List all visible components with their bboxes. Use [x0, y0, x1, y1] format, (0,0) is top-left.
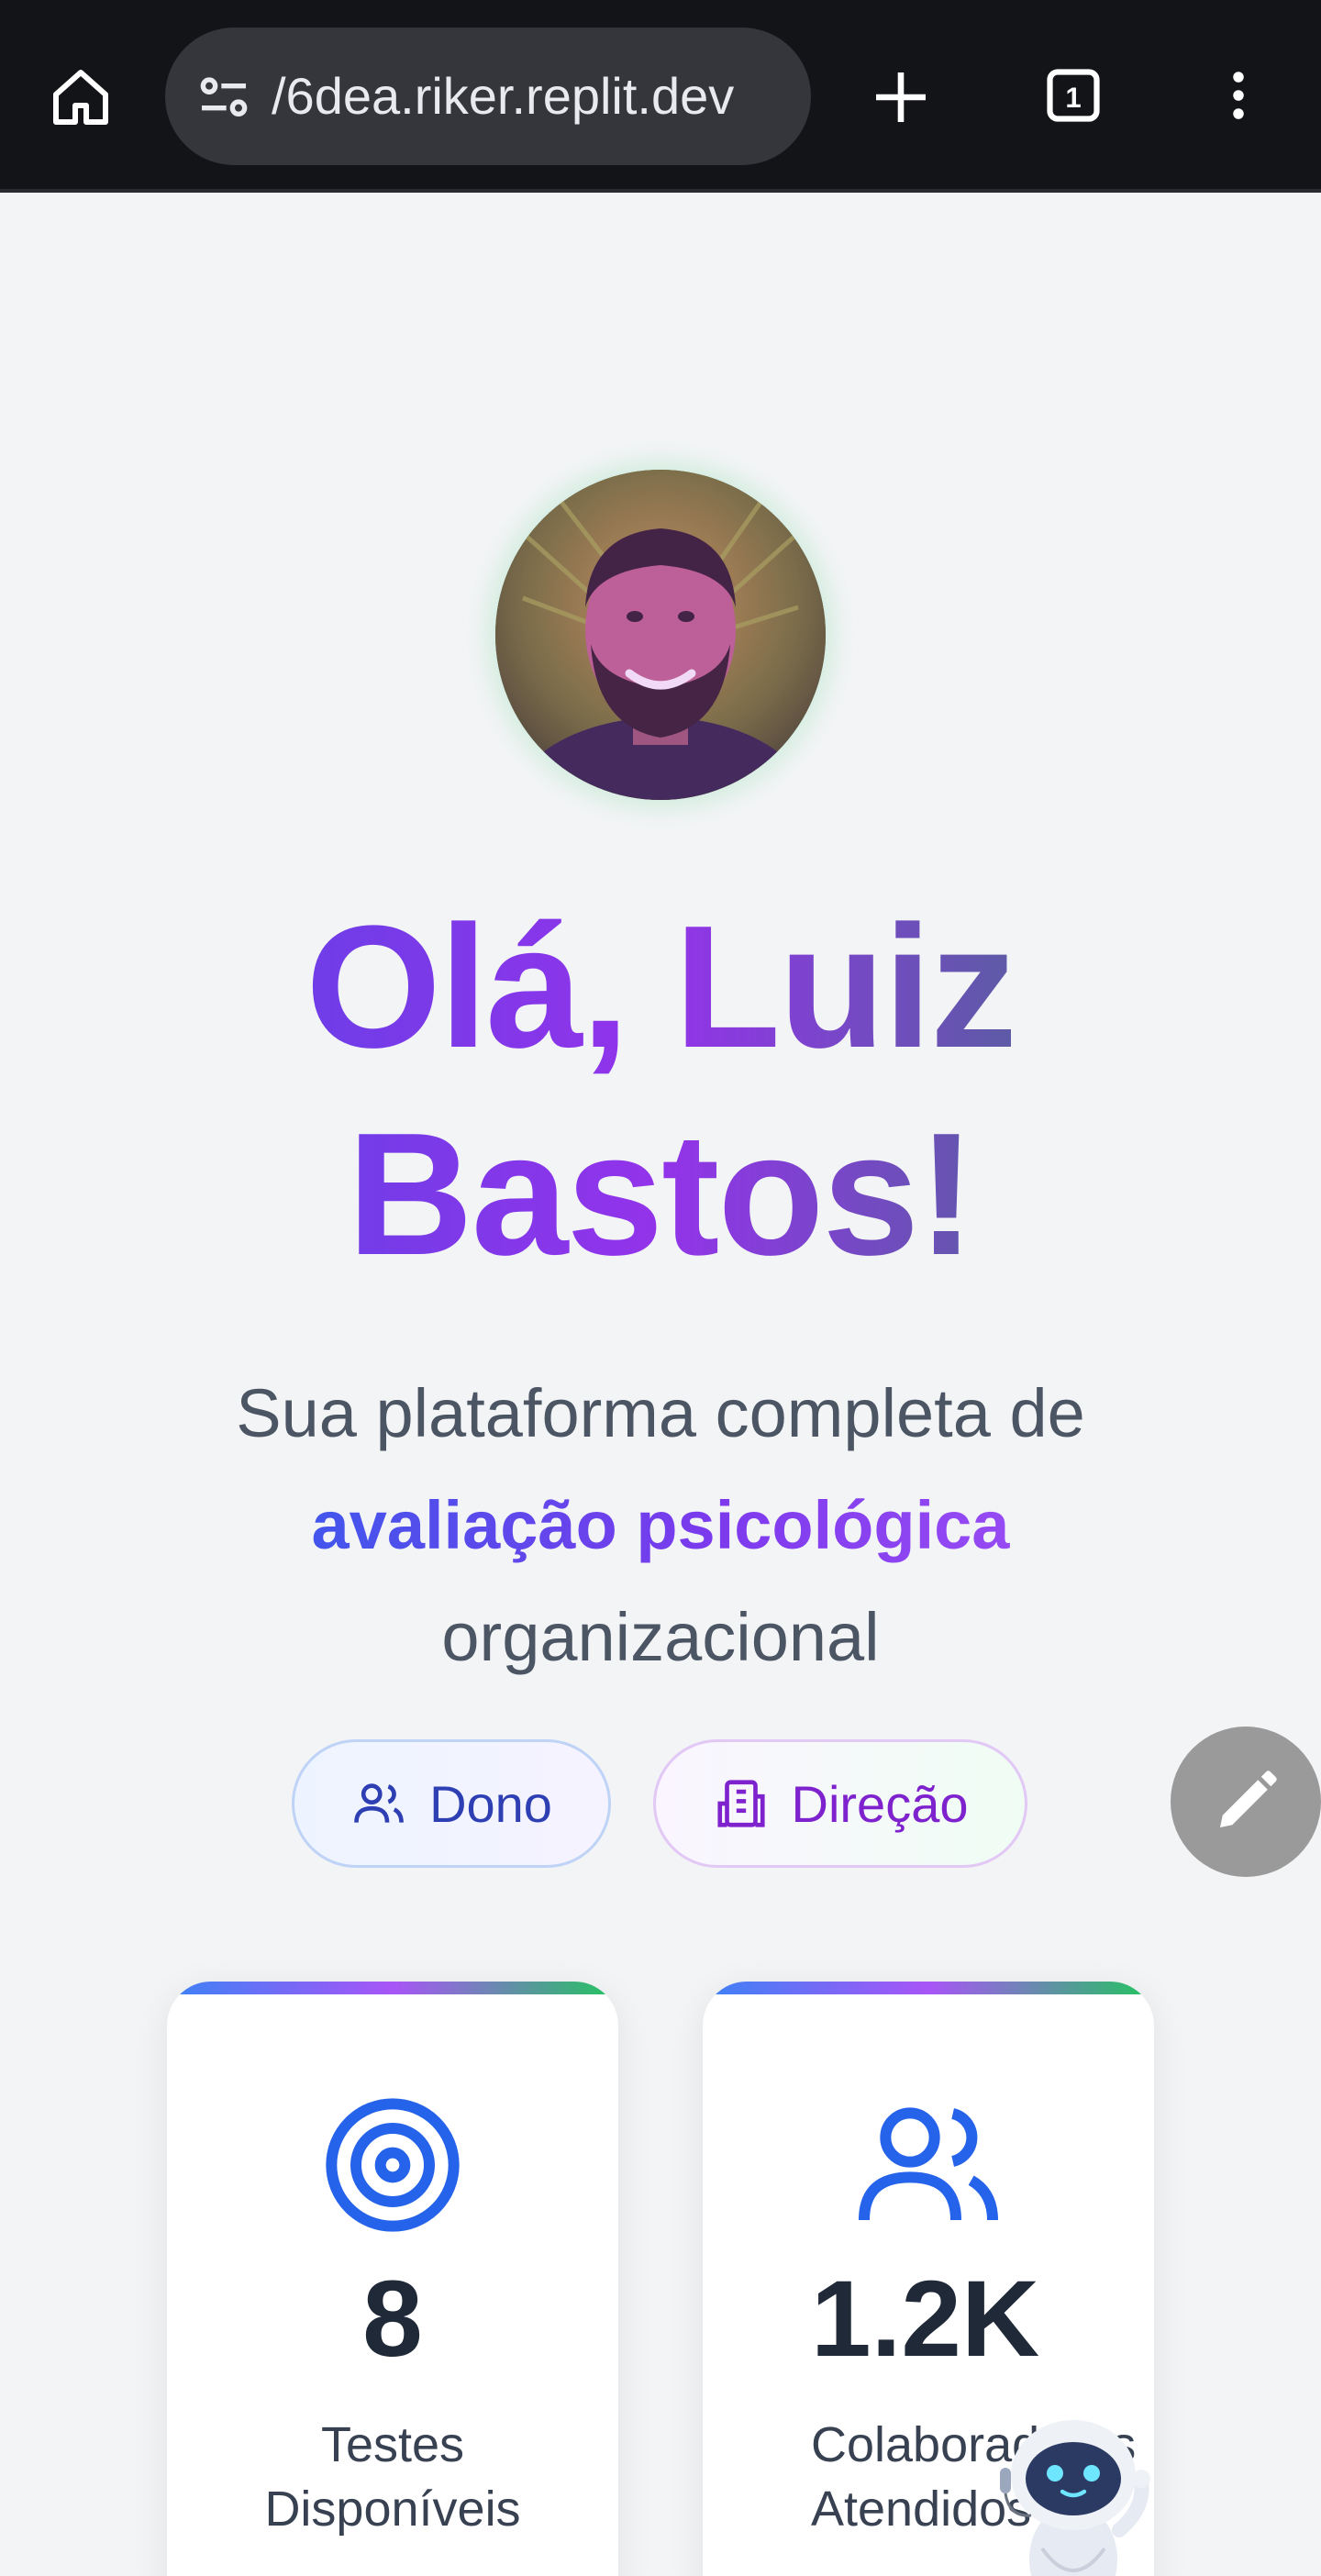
users-icon	[354, 1783, 404, 1823]
home-icon[interactable]	[48, 64, 114, 130]
greeting-title-line2: Bastos!	[0, 1094, 1321, 1295]
more-menu-icon[interactable]	[1211, 62, 1266, 128]
stat-label-line2: Disponíveis	[264, 2482, 521, 2537]
avatar	[495, 470, 826, 800]
stat-label-line1: Testes	[320, 2417, 465, 2472]
tab-switcher-button[interactable]: 1	[1042, 64, 1105, 127]
role-badge-direcao[interactable]: Direção	[653, 1739, 1027, 1868]
edit-button[interactable]	[1171, 1727, 1321, 1877]
greeting-title-line1: Olá, Luiz	[0, 886, 1321, 1088]
browser-toolbar: /6dea.riker.replit.dev 1	[0, 0, 1321, 193]
tab-count-icon: 1	[1047, 69, 1100, 122]
profile-avatar	[477, 451, 844, 818]
home-page: Olá, Luiz Bastos! Sua plataforma complet…	[0, 196, 1321, 2576]
card-accent-bar	[703, 1982, 1154, 1994]
subtitle-line1: Sua plataforma completa de	[236, 1375, 1085, 1451]
site-settings-icon[interactable]	[194, 69, 253, 128]
address-bar[interactable]: /6dea.riker.replit.dev	[165, 28, 811, 165]
card-accent-bar	[167, 1982, 618, 1994]
stat-label: Testes Disponíveis	[167, 2413, 618, 2541]
subtitle-highlight: avaliação psicológica	[110, 1470, 1211, 1582]
url-text[interactable]: /6dea.riker.replit.dev	[272, 28, 793, 165]
robot-assistant-icon[interactable]	[991, 2416, 1156, 2576]
tab-count: 1	[1065, 82, 1081, 114]
role-label: Dono	[429, 1774, 552, 1833]
target-icon	[326, 2098, 460, 2232]
new-tab-icon[interactable]	[868, 64, 934, 130]
stat-card-testes[interactable]: 8 Testes Disponíveis	[167, 1982, 618, 2576]
role-badge-dono[interactable]: Dono	[292, 1739, 611, 1868]
users-icon	[859, 2107, 998, 2221]
role-label: Direção	[791, 1774, 969, 1833]
pencil-icon	[1220, 1771, 1277, 1827]
stat-value: 8	[362, 2259, 423, 2380]
subtitle-line3: organizacional	[441, 1599, 880, 1675]
avatar-photo	[495, 470, 826, 800]
building-icon	[716, 1780, 765, 1827]
stat-value: 1.2K	[811, 2259, 1040, 2380]
